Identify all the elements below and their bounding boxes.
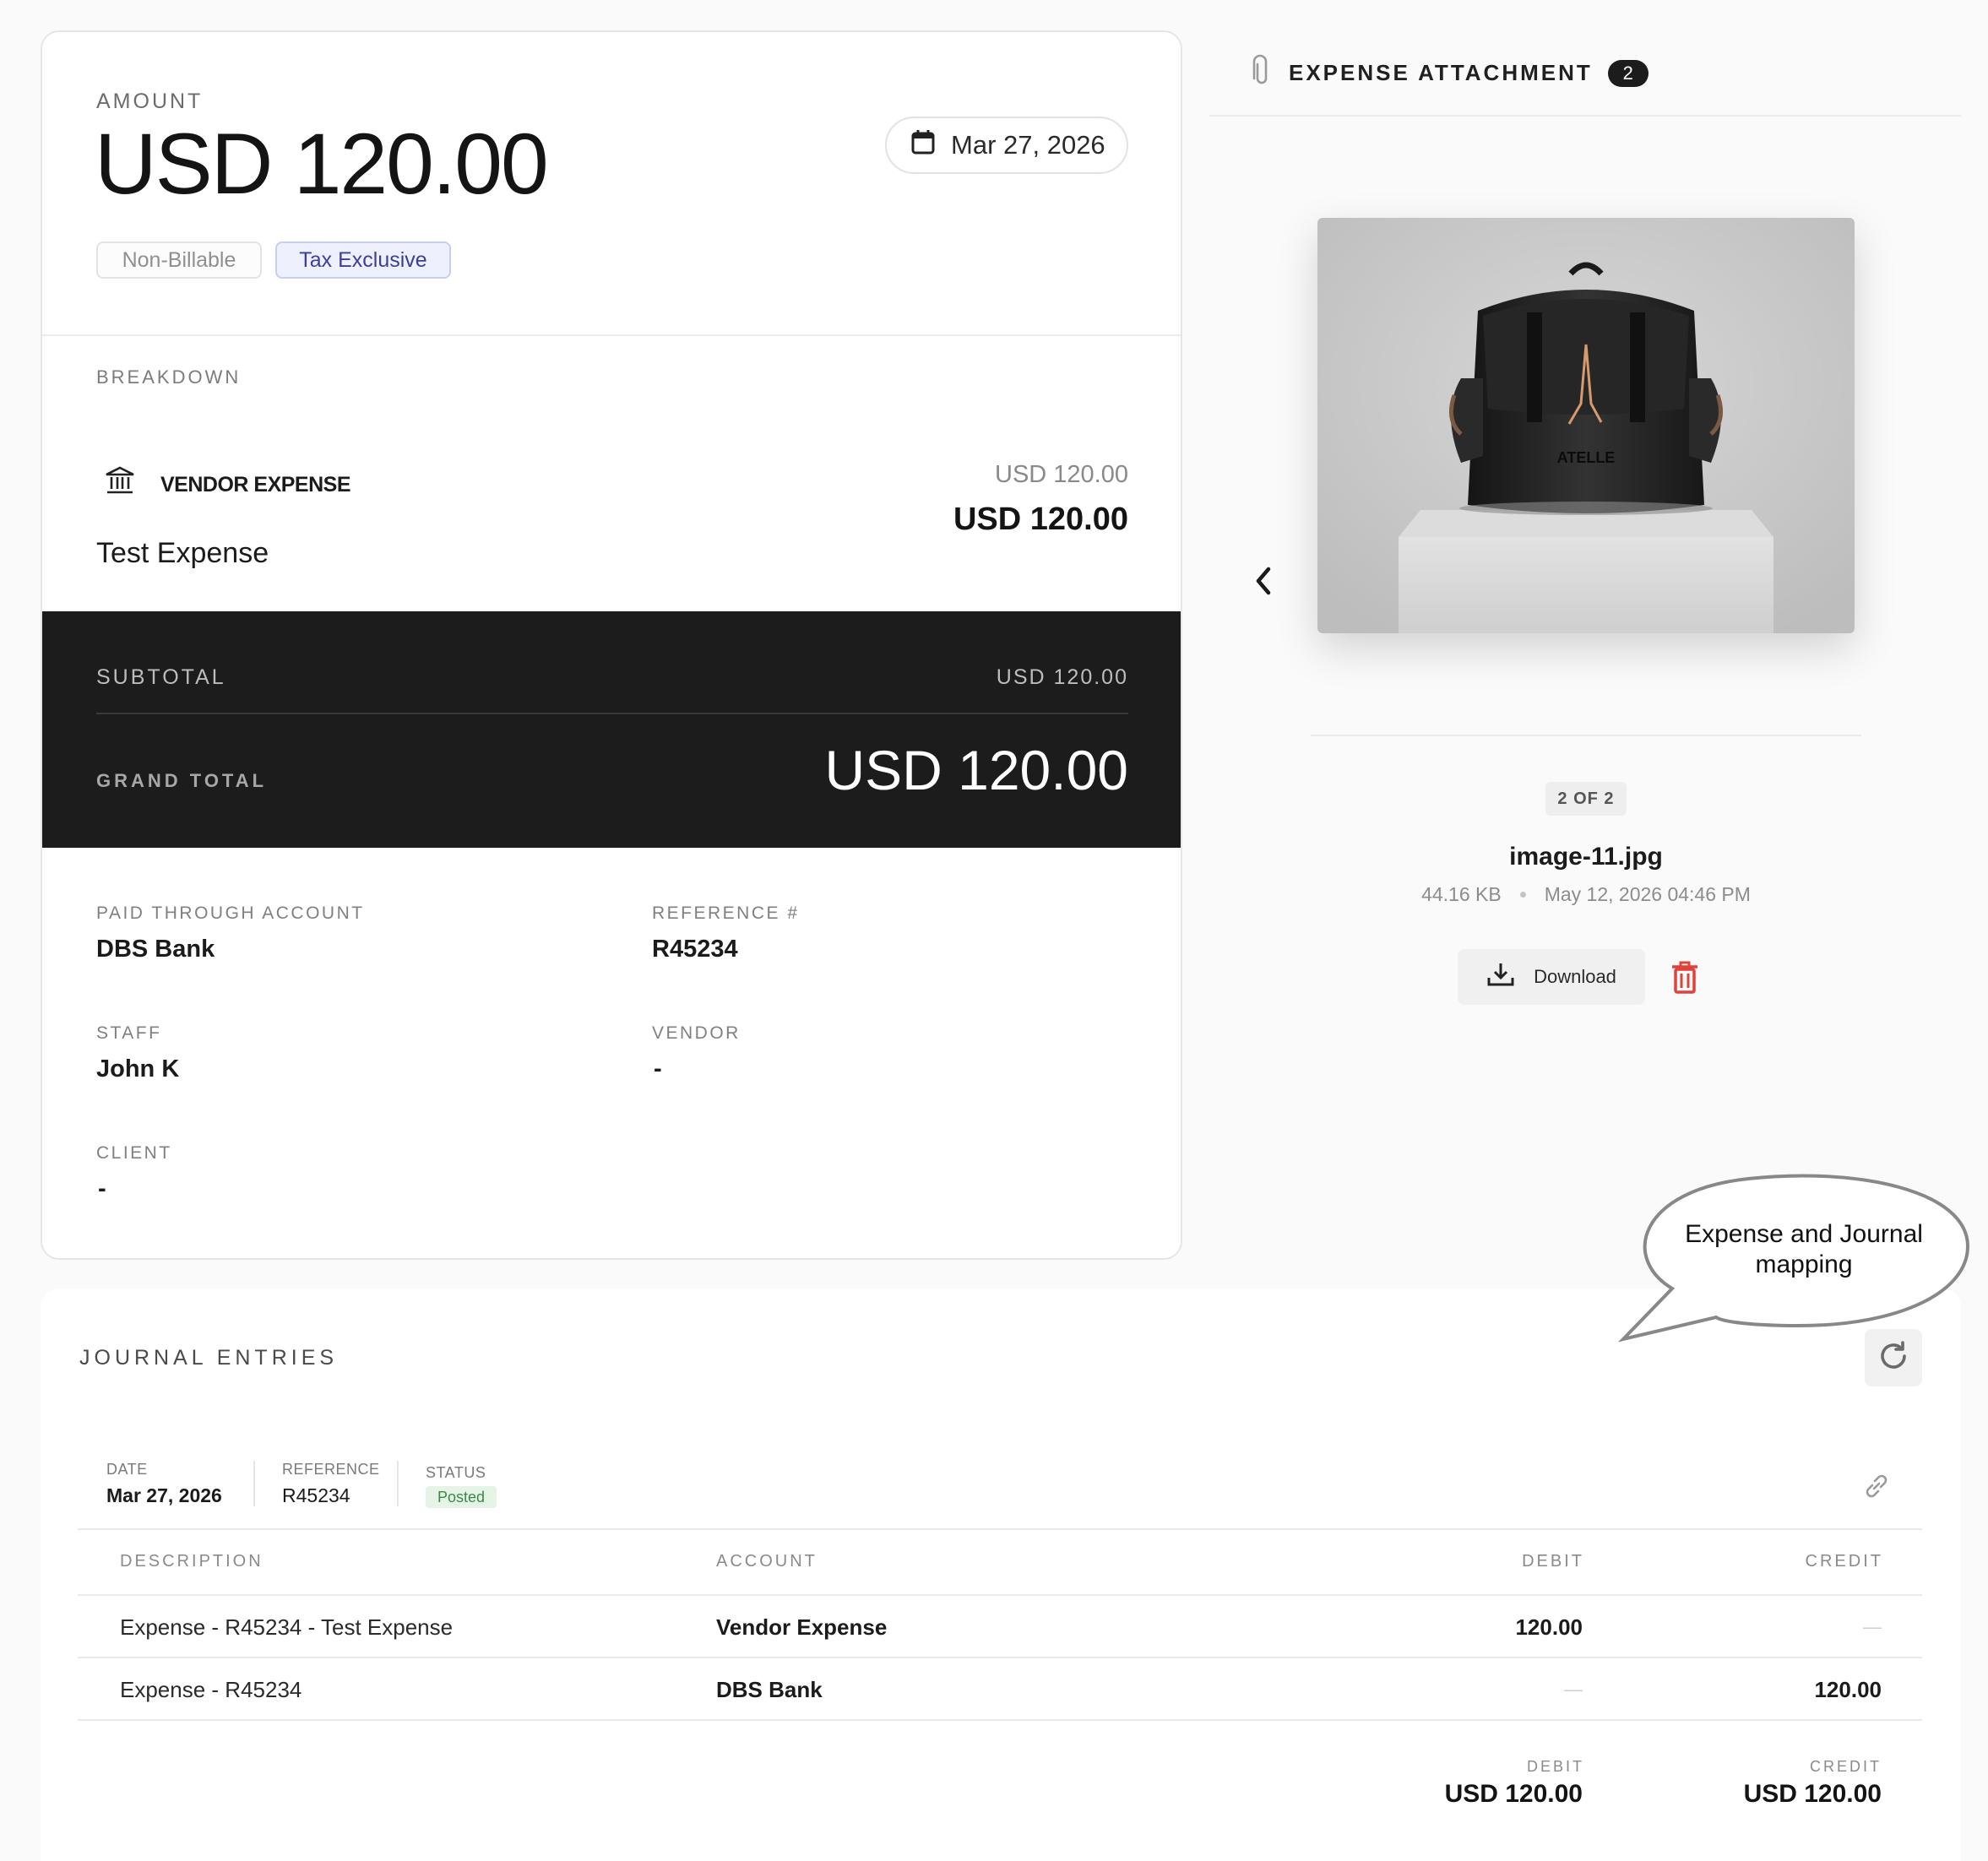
grand-total-value: USD 120.00	[824, 739, 1128, 801]
attachment-header: EXPENSE ATTACHMENT 2	[1250, 54, 1649, 92]
journal-reference-label: REFERENCE	[282, 1461, 380, 1478]
vendor-label: VENDOR	[652, 1023, 741, 1043]
table-divider	[78, 1657, 1922, 1658]
journal-date-label: DATE	[106, 1461, 148, 1478]
reference-value: R45234	[652, 936, 738, 963]
attachment-preview-image[interactable]: ATELLE	[1317, 218, 1855, 633]
row-account: Vendor Expense	[716, 1614, 888, 1640]
row-credit: 120.00	[1814, 1677, 1882, 1702]
attachment-file-name: image-11.jpg	[1509, 843, 1663, 871]
total-debit-label: DEBIT	[1526, 1758, 1584, 1775]
expense-date-pill[interactable]: Mar 27, 2026	[885, 117, 1128, 174]
meta-separator	[253, 1461, 255, 1506]
link-icon[interactable]	[1861, 1471, 1892, 1506]
expense-date: Mar 27, 2026	[951, 130, 1105, 160]
row-debit: —	[1564, 1679, 1583, 1700]
column-header-account: ACCOUNT	[716, 1552, 817, 1571]
breakdown-label: BREAKDOWN	[96, 366, 242, 388]
attachment-file-size: 44.16 KB	[1421, 883, 1502, 905]
table-divider	[78, 1594, 1922, 1596]
amount-value: USD 120.00	[95, 116, 549, 212]
column-header-debit: DEBIT	[1522, 1552, 1584, 1571]
attachment-file-meta: 44.16 KB May 12, 2026 04:46 PM	[1317, 883, 1855, 906]
journal-status-label: STATUS	[426, 1464, 486, 1481]
subtotal-value: USD 120.00	[996, 665, 1128, 689]
row-debit: 120.00	[1515, 1614, 1583, 1640]
total-credit-label: CREDIT	[1810, 1758, 1882, 1775]
separator-dot	[1519, 892, 1526, 898]
journal-title: JOURNAL ENTRIES	[79, 1346, 339, 1370]
totals-divider	[96, 713, 1128, 714]
download-label: Download	[1534, 966, 1616, 987]
staff-label: STAFF	[96, 1023, 162, 1043]
expense-summary-card: AMOUNT USD 120.00 Mar 27, 2026 Non-Billa…	[41, 30, 1182, 1260]
journal-entries-card	[41, 1289, 1961, 1861]
bank-building-icon	[105, 466, 135, 499]
line-amount-primary: USD 120.00	[953, 502, 1128, 537]
attachment-title: EXPENSE ATTACHMENT	[1289, 60, 1593, 85]
attachment-page-counter: 2 OF 2	[1545, 782, 1627, 816]
total-credit-value: USD 120.00	[1743, 1780, 1882, 1808]
download-icon	[1486, 961, 1515, 993]
vendor-value: -	[654, 1055, 662, 1082]
journal-reference-value: R45234	[282, 1484, 350, 1506]
client-label: CLIENT	[96, 1143, 172, 1163]
meta-separator	[397, 1461, 399, 1506]
attachment-uploaded-at: May 12, 2026 04:46 PM	[1544, 883, 1751, 905]
tax-exclusive-tag: Tax Exclusive	[275, 241, 451, 279]
callout-text: Expense and Journal mapping	[1685, 1220, 1923, 1278]
total-debit-value: USD 120.00	[1444, 1780, 1583, 1808]
grand-total-label: GRAND TOTAL	[96, 770, 268, 791]
status-badge: Posted	[426, 1486, 497, 1508]
line-category: VENDOR EXPENSE	[160, 473, 351, 496]
non-billable-tag: Non-Billable	[96, 241, 262, 279]
preview-brand-text: ATELLE	[1557, 449, 1616, 466]
row-account: DBS Bank	[716, 1677, 823, 1702]
table-divider	[78, 1528, 1922, 1530]
row-description: Expense - R45234	[120, 1677, 302, 1702]
previous-attachment-chevron-icon[interactable]	[1250, 562, 1277, 604]
attachment-divider	[1209, 115, 1961, 117]
journal-date-value: Mar 27, 2026	[106, 1484, 222, 1506]
column-header-credit: CREDIT	[1805, 1552, 1883, 1571]
amount-label: AMOUNT	[96, 90, 204, 113]
row-credit: —	[1863, 1616, 1882, 1637]
subtotal-label: SUBTOTAL	[96, 665, 226, 689]
section-divider	[42, 334, 1181, 336]
totals-band	[42, 611, 1181, 848]
line-description: Test Expense	[96, 537, 269, 569]
paid-through-value: DBS Bank	[96, 936, 215, 963]
line-amount-secondary: USD 120.00	[995, 461, 1128, 488]
download-button[interactable]: Download	[1458, 949, 1645, 1005]
paid-through-label: PAID THROUGH ACCOUNT	[96, 903, 365, 923]
calendar-icon	[910, 128, 936, 162]
paperclip-icon	[1250, 54, 1274, 92]
column-header-description: DESCRIPTION	[120, 1552, 263, 1571]
reference-label: REFERENCE #	[652, 903, 800, 923]
delete-trash-icon[interactable]	[1670, 961, 1699, 999]
row-description: Expense - R45234 - Test Expense	[120, 1614, 454, 1640]
table-divider	[78, 1719, 1922, 1721]
attachment-count-badge: 2	[1607, 59, 1649, 87]
staff-value: John K	[96, 1055, 180, 1082]
preview-divider	[1311, 735, 1861, 736]
client-value: -	[98, 1175, 106, 1202]
